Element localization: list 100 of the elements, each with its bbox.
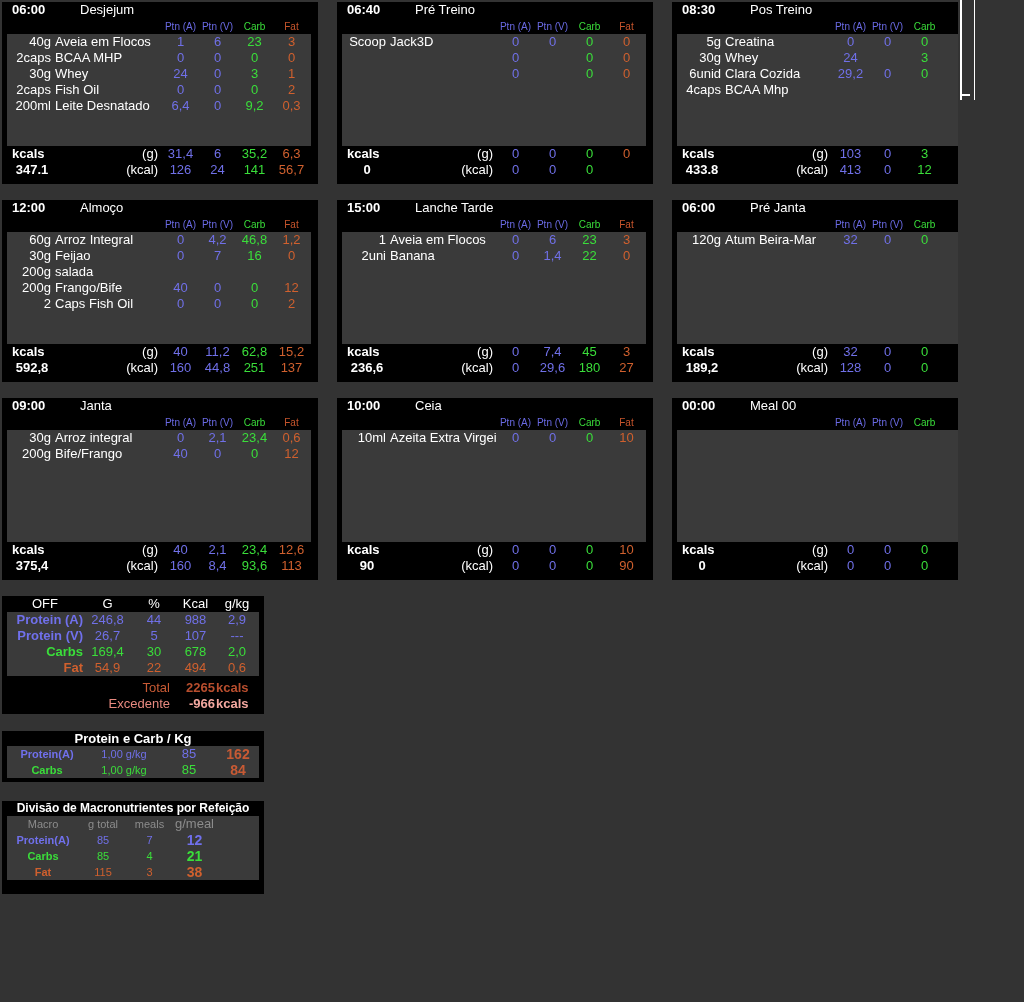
unit-label: kcals — [215, 680, 250, 696]
column-heading: Ptn (V) — [200, 218, 235, 232]
kcal-total: 0 — [697, 558, 707, 574]
value-cell-text: 0 — [249, 296, 260, 312]
meal-time: 12:00 — [12, 200, 47, 216]
unit-label: (kcal) — [126, 558, 158, 574]
food-name-cell-text: Feijao — [54, 248, 92, 264]
total-value: 6,3 — [281, 146, 302, 162]
value-cell-text: 0 — [212, 66, 223, 82]
value-cell-text: 0 — [510, 34, 521, 50]
column-heading: Carb — [577, 20, 602, 34]
value-cell-text: 0 — [547, 430, 558, 446]
column-heading: Fat — [283, 416, 300, 430]
value-cell-text: 0,6 — [281, 430, 302, 446]
value-cell-text: 2 — [286, 82, 297, 98]
total-value: 35,2 — [240, 146, 269, 162]
quantity-cell-text: 30g — [28, 430, 51, 446]
column-heading: Ptn (A) — [163, 416, 198, 430]
value-cell-text: 29,2 — [836, 66, 865, 82]
value-cell-text: 0 — [212, 82, 223, 98]
value-cell-text: 7 — [212, 248, 223, 264]
value-cell-text: 3 — [286, 34, 297, 50]
meal-time: 06:00 — [12, 2, 47, 18]
total-value: 0 — [882, 558, 893, 574]
value-cell-text: 0 — [249, 446, 260, 462]
value-cell-text: 0 — [286, 50, 297, 66]
food-name-cell-text: Creatina — [724, 34, 776, 50]
food-name-cell-text: BCAA Mhp — [724, 82, 790, 98]
column-heading: Ptn (V) — [200, 416, 235, 430]
table-cell-text: 2,0 — [226, 644, 248, 660]
kcal-total: 90 — [358, 558, 376, 574]
value-cell-text: 0 — [621, 34, 632, 50]
macro-label: Fat — [62, 660, 83, 676]
meal-name: Meal 00 — [750, 398, 797, 414]
quantity-cell-text: 30g — [28, 248, 51, 264]
unit-label: (kcal) — [796, 558, 828, 574]
table-cell-text: 85 — [95, 833, 111, 848]
column-heading: g/meal — [174, 816, 215, 832]
meal-time: 10:00 — [347, 398, 382, 414]
table-cell-text: 494 — [183, 660, 208, 676]
column-heading: Carb — [242, 20, 267, 34]
total-value: 0 — [882, 146, 893, 162]
food-name-cell-text: Azeita Extra Virgei — [389, 430, 497, 446]
table-cell-text: 12 — [185, 832, 204, 848]
value-cell-text: 1,2 — [281, 232, 302, 248]
meal-time: 06:40 — [347, 2, 382, 18]
kcal-total: 433.8 — [684, 162, 720, 178]
value-cell-text: 0 — [510, 430, 521, 446]
quantity-cell-text: 5g — [705, 34, 721, 50]
total-value: 12,6 — [277, 542, 306, 558]
value-cell-text: 0 — [510, 50, 521, 66]
column-heading: Ptn (V) — [535, 20, 570, 34]
total-value: 0 — [510, 558, 521, 574]
table-cell-text: 30 — [145, 644, 163, 660]
column-heading: Carb — [912, 218, 937, 232]
table-cell-text: 0,6 — [226, 660, 248, 676]
column-heading: Ptn (A) — [163, 218, 198, 232]
food-name-cell-text: salada — [54, 264, 95, 280]
quantity-cell-text: 60g — [28, 232, 51, 248]
table-cell-text: 5 — [149, 628, 159, 644]
column-heading: Ptn (A) — [833, 218, 868, 232]
value-cell-text: 23 — [246, 34, 263, 50]
value-cell-text: 0 — [584, 66, 595, 82]
unit-label: (g) — [812, 146, 828, 162]
column-heading: Carb — [912, 20, 937, 34]
kcal-total: 592,8 — [14, 360, 50, 376]
value-cell-text: 0 — [510, 248, 521, 264]
unit-label: (g) — [142, 542, 158, 558]
total-value: 3 — [621, 344, 632, 360]
column-heading: Carb — [577, 416, 602, 430]
total-value: 137 — [279, 360, 304, 376]
kcals-label: kcals — [682, 344, 715, 360]
value-cell-text: 0 — [882, 34, 893, 50]
meal-time: 09:00 — [12, 398, 47, 414]
value-cell-text: 2 — [286, 296, 297, 312]
value-cell-text: 0,3 — [281, 98, 302, 114]
table-cell-text: 84 — [229, 762, 247, 778]
total-value: 0 — [882, 162, 893, 178]
value-cell-text: 9,2 — [244, 98, 265, 114]
food-name-cell-text: Arroz integral — [54, 430, 134, 446]
table-cell-text: 678 — [183, 644, 208, 660]
quantity-cell-text: 10ml — [356, 430, 386, 446]
total-value: 93,6 — [240, 558, 269, 574]
unit-label: (kcal) — [796, 162, 828, 178]
column-heading: g/kg — [223, 596, 251, 612]
total-value: 3 — [919, 146, 930, 162]
table-cell-text: 4 — [145, 849, 154, 864]
meal-name: Lanche Tarde — [415, 200, 494, 216]
total-value: 103 — [838, 146, 863, 162]
column-heading: Carb — [242, 416, 267, 430]
column-heading: Ptn (A) — [498, 218, 533, 232]
total-value: 12 — [916, 162, 933, 178]
column-heading: Ptn (V) — [870, 416, 905, 430]
total-value: 413 — [838, 162, 863, 178]
kcals-label: kcals — [347, 542, 380, 558]
quantity-cell-text: 6unid — [688, 66, 721, 82]
table-cell-text: 3 — [145, 865, 154, 880]
macro-label: Carbs — [26, 849, 60, 864]
value-cell-text: 12 — [283, 280, 300, 296]
value-cell-text: 0 — [882, 66, 893, 82]
